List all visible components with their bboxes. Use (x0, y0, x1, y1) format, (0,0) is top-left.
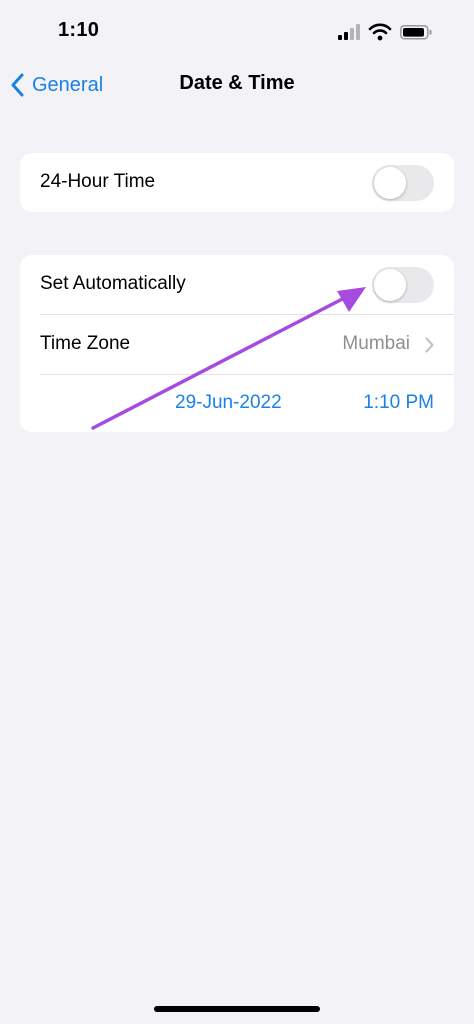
status-bar: 1:10 (0, 0, 474, 60)
date-value[interactable]: 29-Jun-2022 (175, 392, 282, 414)
date-time-card: Set Automatically Time Zone Mumbai 29-Ju… (20, 255, 454, 432)
home-indicator[interactable] (154, 1006, 320, 1012)
hour24-card: 24-Hour Time (20, 153, 454, 212)
set-automatically-label: Set Automatically (40, 273, 186, 294)
time-zone-row[interactable]: Time Zone Mumbai (20, 315, 454, 374)
set-automatically-row: Set Automatically (20, 255, 454, 314)
status-time: 1:10 (58, 19, 100, 41)
chevron-right-icon (425, 337, 434, 353)
toggle-knob (374, 269, 406, 301)
navigation-bar: General Date & Time (0, 60, 474, 110)
battery-icon (400, 25, 432, 40)
time-zone-value: Mumbai (342, 333, 410, 354)
wifi-icon (368, 23, 392, 41)
set-automatically-toggle[interactable] (372, 267, 434, 303)
time-zone-label: Time Zone (40, 333, 131, 354)
date-time-row: 29-Jun-2022 1:10 PM (20, 373, 454, 432)
page-title: Date & Time (179, 72, 295, 94)
hour24-label: 24-Hour Time (40, 171, 156, 192)
status-icons (338, 22, 438, 42)
status-indicators (338, 23, 432, 41)
hour24-toggle[interactable] (372, 165, 434, 201)
cellular-signal-icon (338, 24, 360, 40)
toggle-knob (374, 167, 406, 199)
time-value[interactable]: 1:10 PM (363, 392, 434, 414)
hour24-row: 24-Hour Time (20, 153, 454, 212)
